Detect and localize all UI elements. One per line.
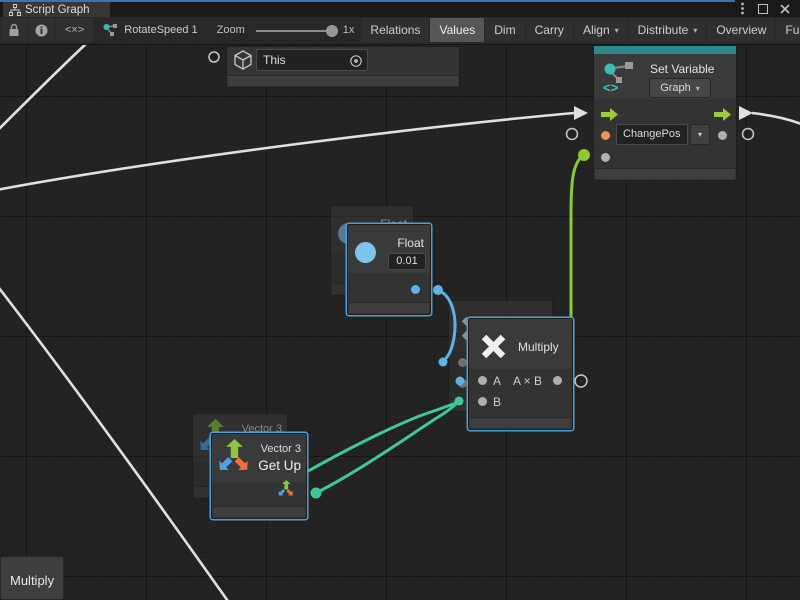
focus-accent-line: [0, 0, 735, 2]
zoom-label: Zoom: [208, 18, 254, 42]
node-title: Multiply: [10, 573, 54, 588]
node-type-label: Vector 3: [261, 443, 301, 455]
variable-dropdown-button[interactable]: ▾: [690, 124, 710, 145]
value-input-port[interactable]: [601, 153, 610, 162]
node-title: Multiply: [518, 340, 559, 354]
float-value-field[interactable]: 0.01: [388, 253, 426, 270]
multiply-b-port: [458, 379, 467, 388]
chevron-down-icon: ▾: [698, 130, 702, 139]
lock-icon: [8, 23, 20, 37]
multiply-out-port[interactable]: [553, 376, 562, 385]
lock-button[interactable]: [1, 18, 27, 42]
zoom-slider[interactable]: [254, 17, 336, 44]
node-footer: [595, 168, 735, 179]
carry-button[interactable]: Carry: [526, 18, 573, 42]
overview-button[interactable]: Overview: [707, 18, 775, 42]
variable-stripe: [594, 46, 736, 54]
node-footer: [228, 75, 458, 86]
align-dropdown[interactable]: Align▾: [574, 18, 628, 42]
set-variable-node[interactable]: <> Set Variable Graph ▾ ChangePos ▾: [593, 45, 737, 181]
zoom-slider-track[interactable]: [256, 30, 334, 32]
object-picker-icon[interactable]: [349, 54, 363, 68]
tab-script-graph[interactable]: Script Graph: [3, 2, 110, 17]
value-output-port[interactable]: [718, 131, 727, 140]
values-button[interactable]: Values: [430, 18, 484, 42]
node-title: Float: [397, 236, 424, 250]
multiply-icon: [479, 332, 508, 361]
vector3-output-port[interactable]: [278, 480, 295, 499]
float-icon: [355, 242, 376, 263]
multiply-a-port: [458, 358, 467, 367]
multiply-b-port[interactable]: [478, 397, 487, 406]
chevron-down-icon: ▾: [693, 26, 697, 35]
breadcrumb[interactable]: RotateSpeed 1: [94, 18, 206, 42]
set-variable-icon: <>: [602, 60, 636, 94]
fullscreen-button[interactable]: Full Screen: [776, 18, 800, 42]
variable-name-field[interactable]: ChangePos: [616, 124, 688, 145]
svg-text:<>: <>: [603, 80, 619, 94]
node-footer: [349, 302, 429, 313]
multiply-a-port[interactable]: [478, 376, 487, 385]
code-view-button[interactable]: <×>: [56, 18, 93, 42]
input-b-label: B: [493, 395, 501, 409]
tab-label: Script Graph: [25, 4, 90, 16]
this-field-value: This: [263, 53, 286, 67]
vector3-icon: [218, 439, 252, 477]
multiply-node[interactable]: Multiply A A × B B: [468, 318, 573, 430]
scope-value: Graph: [660, 82, 691, 94]
node-footer: [470, 417, 571, 428]
relations-button[interactable]: Relations: [361, 18, 429, 42]
variable-name-port[interactable]: [601, 131, 610, 140]
graph-asset-icon: [103, 23, 118, 37]
breadcrumb-label: RotateSpeed 1: [124, 24, 197, 36]
distribute-dropdown[interactable]: Distribute▾: [629, 18, 707, 42]
dim-button[interactable]: Dim: [485, 18, 524, 42]
chevron-down-icon: ▾: [615, 26, 619, 35]
maximize-icon[interactable]: [756, 1, 770, 16]
code-view-icon: <×>: [65, 24, 84, 36]
flow-output-port[interactable]: [714, 108, 731, 121]
node-title: Set Variable: [650, 62, 714, 76]
vector3-get-up-node[interactable]: Vector 3 Get Up: [211, 433, 307, 519]
node-title: Get Up: [258, 458, 301, 473]
info-icon: [35, 24, 48, 37]
graph-tab-icon: [9, 4, 21, 16]
graph-toolbar: <×> RotateSpeed 1 Zoom 1x Relations Valu…: [0, 17, 800, 45]
flow-input-port[interactable]: [601, 108, 618, 121]
close-icon[interactable]: [778, 1, 792, 16]
this-node[interactable]: This: [226, 46, 460, 88]
gameobject-cube-icon: [233, 50, 253, 70]
zoom-value: 1x: [337, 18, 361, 42]
multiply-node-offscreen[interactable]: Multiply: [0, 556, 64, 600]
variable-scope-dropdown[interactable]: Graph ▾: [649, 78, 711, 98]
this-object-field[interactable]: This: [256, 49, 368, 71]
input-a-label: A: [493, 374, 501, 388]
output-label: A × B: [513, 374, 542, 388]
menu-kebab-icon[interactable]: [736, 1, 748, 16]
float-node[interactable]: Float 0.01: [347, 224, 431, 315]
float-output-port[interactable]: [411, 285, 420, 294]
info-button[interactable]: [28, 18, 55, 42]
title-bar: Script Graph: [0, 0, 800, 17]
zoom-slider-handle[interactable]: [326, 25, 338, 37]
node-footer: [213, 506, 305, 517]
chevron-down-icon: ▾: [696, 84, 700, 93]
